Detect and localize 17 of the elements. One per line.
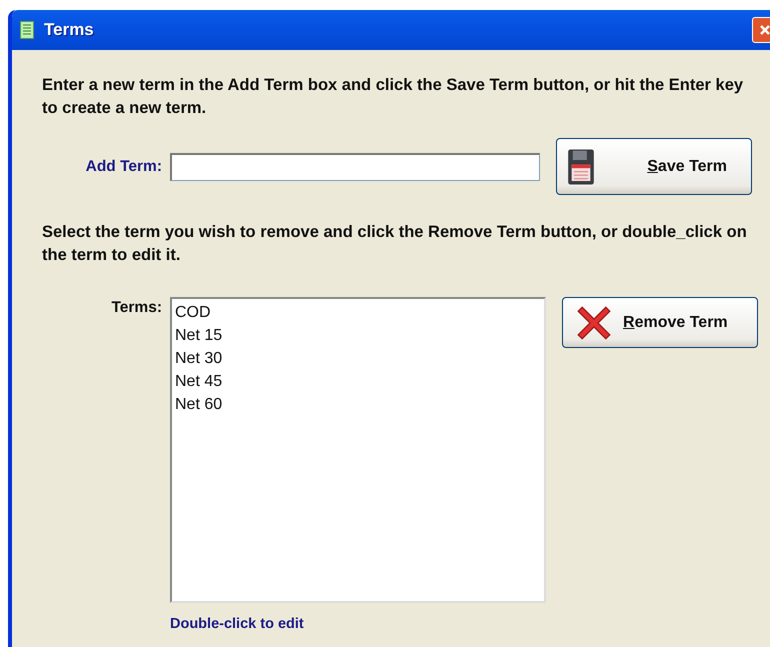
instruction-text: Enter a new term in the Add Term box and click the Save Term button, or hit the Enter key to create a new term. bbox=[42, 75, 744, 119]
hint-text: Double-click to edit bbox=[170, 616, 304, 632]
instruction-text: Select the term you wish to remove and click the Remove Term button, or double_click on the term to edit it. bbox=[42, 222, 748, 266]
window-title: Terms bbox=[44, 20, 94, 40]
save-term-button[interactable]: Save Term bbox=[556, 138, 752, 195]
field-label: Add Term: bbox=[84, 158, 162, 176]
document-icon bbox=[20, 21, 34, 39]
list-label: Terms: bbox=[110, 298, 162, 317]
remove-term-button[interactable]: Remove Term bbox=[562, 297, 758, 348]
terms-list[interactable]: COD Net 15 Net 30 Net 45 Net 60 bbox=[170, 297, 546, 603]
list-item[interactable]: Net 30 bbox=[175, 347, 541, 370]
list-item[interactable]: Net 45 bbox=[175, 370, 541, 393]
close-icon bbox=[759, 24, 770, 36]
list-item[interactable]: Net 60 bbox=[175, 393, 541, 416]
list-item[interactable]: Net 15 bbox=[175, 324, 541, 347]
add-term-field[interactable] bbox=[170, 152, 540, 180]
list-item[interactable]: COD bbox=[175, 301, 541, 324]
